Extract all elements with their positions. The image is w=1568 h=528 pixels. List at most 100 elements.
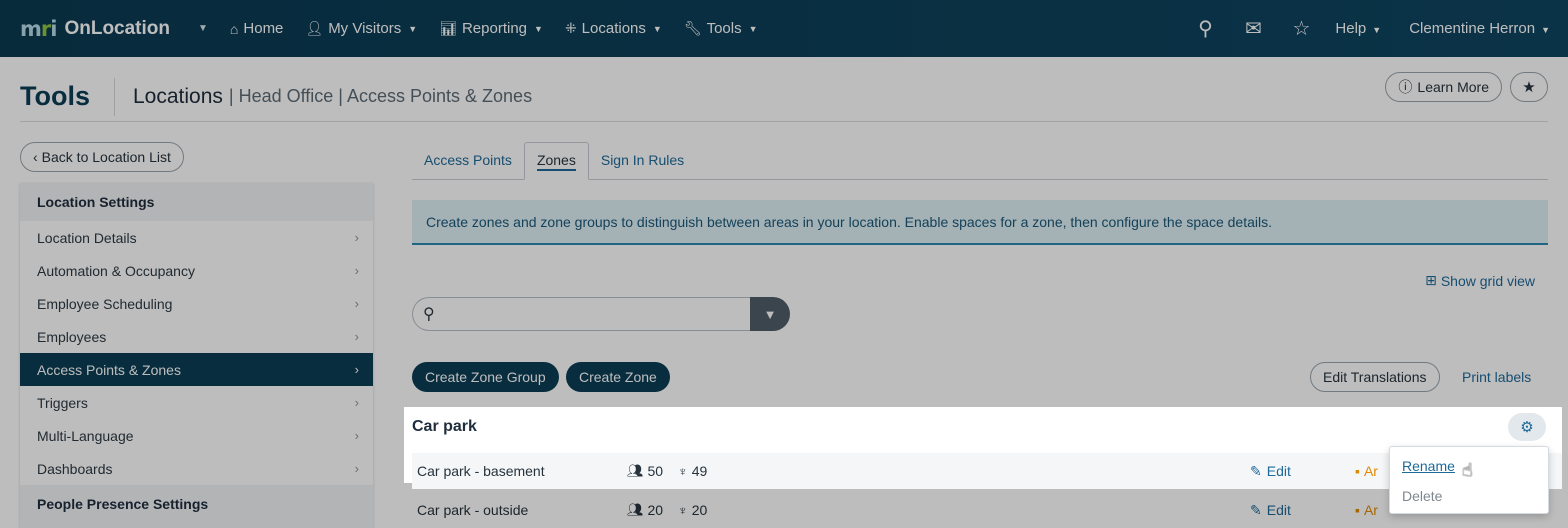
chevron-down-icon: ▼ <box>652 23 662 34</box>
info-icon: ⓘ <box>1398 79 1413 95</box>
nav-right: ⚲ ✉ ☆ Help ▼ Clementine Herron ▼ <box>1181 0 1568 57</box>
zone-desks: ♆ 49 <box>678 463 707 479</box>
nav-help[interactable]: Help ▼ <box>1335 20 1381 37</box>
show-grid-view-link[interactable]: ⊞ Show grid view <box>1425 272 1535 289</box>
brand[interactable]: mri OnLocation ▼ <box>20 17 208 41</box>
home-icon: ⌂ <box>229 20 239 37</box>
sidebar-item-multi-language[interactable]: Multi-Language › <box>20 419 373 452</box>
mail-icon[interactable]: ✉ <box>1229 16 1277 41</box>
user-name: Clementine Herron <box>1409 20 1536 37</box>
search-field: ⚲ <box>412 297 750 331</box>
tab-access-points[interactable]: Access Points <box>412 141 524 179</box>
learn-more-button[interactable]: ⓘ Learn More <box>1385 72 1502 102</box>
top-navigation-bar: mri OnLocation ▼ ⌂ Home 👤︎ My Visitors ▼… <box>0 0 1568 57</box>
delete-menu-item[interactable]: Delete <box>1402 488 1442 504</box>
tab-sign-in-rules[interactable]: Sign In Rules <box>589 141 696 179</box>
nav-home-label: Home <box>243 20 284 37</box>
sidebar-item-location-details[interactable]: Location Details › <box>20 221 373 254</box>
edit-label: Edit <box>1266 502 1291 518</box>
users-icon: 👥︎ <box>627 502 644 517</box>
zone-tabs: Access Points Zones Sign In Rules <box>412 142 1548 180</box>
hand-cursor-icon: ☝ <box>1462 460 1473 480</box>
search-icon: ⚲ <box>423 306 435 323</box>
zone-search: ⚲ ▼ <box>412 297 790 331</box>
star-icon[interactable]: ☆ <box>1277 16 1325 41</box>
nav-reporting-label: Reporting <box>461 20 528 37</box>
chevron-right-icon: › <box>354 296 359 311</box>
chevron-right-icon: › <box>354 362 359 377</box>
sidebar-item-label: Employees <box>37 328 107 345</box>
search-icon[interactable]: ⚲ <box>1181 16 1229 41</box>
nav-home[interactable]: ⌂ Home <box>230 20 283 37</box>
user-icon: 👤︎ <box>305 20 324 36</box>
edit-zone-link[interactable]: ✎ Edit <box>1250 463 1291 480</box>
chevron-down-icon: ▼ <box>1372 25 1382 35</box>
chevron-right-icon: › <box>354 395 359 410</box>
sidebar-item-access-points-zones[interactable]: Access Points & Zones › <box>20 353 373 386</box>
nav-user-menu[interactable]: Clementine Herron ▼ <box>1409 20 1550 37</box>
zone-row: Car park - outside 👥︎ 20 ♆ 20 ✎ Edit ▪ Ar <box>412 492 1548 528</box>
grid-view-label: Show grid view <box>1440 272 1535 289</box>
nav-help-label: Help <box>1335 20 1367 37</box>
filter-button[interactable]: ▼ <box>750 297 790 331</box>
chevron-right-icon: › <box>354 329 359 344</box>
capacity-value: 50 <box>647 463 664 479</box>
edit-label: Edit <box>1266 463 1291 479</box>
nav-tools-label: Tools <box>706 20 742 37</box>
nav-my-visitors-label: My Visitors <box>328 20 402 37</box>
sidebar-item-employees[interactable]: Employees › <box>20 320 373 353</box>
zone-group-settings-button[interactable]: ⚙ <box>1508 413 1546 441</box>
nav-reporting[interactable]: 📊︎ Reporting ▼ <box>439 20 543 37</box>
back-to-location-list-button[interactable]: ‹ Back to Location List <box>20 142 184 172</box>
zone-capacity: 👥︎ 50 <box>627 463 663 479</box>
chevron-down-icon: ▼ <box>408 23 418 34</box>
edit-icon: ✎ <box>1250 462 1262 479</box>
sidebar-item-label: Triggers <box>37 394 88 411</box>
mri-logo: mri <box>20 16 57 41</box>
sidebar-item-label: Multi-Language <box>37 427 134 444</box>
capacity-value: 20 <box>647 502 664 518</box>
nav-locations-label: Locations <box>581 20 646 37</box>
nav-locations[interactable]: ⁜ Locations ▼ <box>565 20 662 37</box>
sidebar-item-triggers[interactable]: Triggers › <box>20 386 373 419</box>
chevron-down-icon[interactable]: ▼ <box>198 23 208 34</box>
sidebar-item-label: Location Details <box>37 229 137 246</box>
archive-icon: ▪ <box>1355 502 1360 518</box>
print-labels-link[interactable]: Print labels <box>1462 369 1531 385</box>
page-header: Tools Locations | Head Office | Access P… <box>20 72 1548 122</box>
breadcrumb: | Head Office | Access Points & Zones <box>228 86 533 106</box>
edit-zone-link[interactable]: ✎ Edit <box>1250 502 1291 519</box>
create-zone-group-button[interactable]: Create Zone Group <box>412 362 559 392</box>
nav-my-visitors[interactable]: 👤︎ My Visitors ▼ <box>305 20 417 37</box>
edit-translations-button[interactable]: Edit Translations <box>1310 362 1440 392</box>
rename-menu-item[interactable]: Rename <box>1402 458 1455 474</box>
desks-value: 49 <box>691 463 708 479</box>
favorite-button[interactable]: ★ <box>1510 72 1548 102</box>
tab-zones[interactable]: Zones <box>523 142 589 180</box>
chevron-right-icon: › <box>354 263 359 278</box>
users-icon: 👥︎ <box>627 463 644 478</box>
desk-icon: ♆ <box>678 502 688 518</box>
sidebar-item-employee-scheduling[interactable]: Employee Scheduling › <box>20 287 373 320</box>
back-label: Back to Location List <box>41 149 171 165</box>
sidebar-item-automation-occupancy[interactable]: Automation & Occupancy › <box>20 254 373 287</box>
bar-chart-icon: 📊︎ <box>439 20 457 36</box>
zone-desks: ♆ 20 <box>678 502 707 518</box>
app-name: OnLocation <box>64 17 171 39</box>
archive-label: Ar <box>1363 502 1378 518</box>
grid-icon: ⊞ <box>1425 272 1437 288</box>
chevron-down-icon: ▼ <box>1541 25 1550 35</box>
archive-zone-link[interactable]: ▪ Ar <box>1355 502 1378 518</box>
star-icon: ★ <box>1522 79 1536 96</box>
header-actions: ⓘ Learn More ★ <box>1385 72 1548 102</box>
search-input[interactable] <box>442 299 750 329</box>
filter-icon: ▼ <box>763 306 777 322</box>
divider <box>114 77 115 116</box>
archive-icon: ▪ <box>1355 463 1360 479</box>
sidebar-item-dashboards[interactable]: Dashboards › <box>20 452 373 485</box>
nav-tools[interactable]: 🔧︎ Tools ▼ <box>684 20 758 37</box>
chevron-left-icon: ‹ <box>33 149 38 165</box>
archive-zone-link[interactable]: ▪ Ar <box>1355 463 1378 479</box>
settings-sidebar: Location Settings Location Details › Auto… <box>20 183 373 528</box>
create-zone-button[interactable]: Create Zone <box>566 362 670 392</box>
